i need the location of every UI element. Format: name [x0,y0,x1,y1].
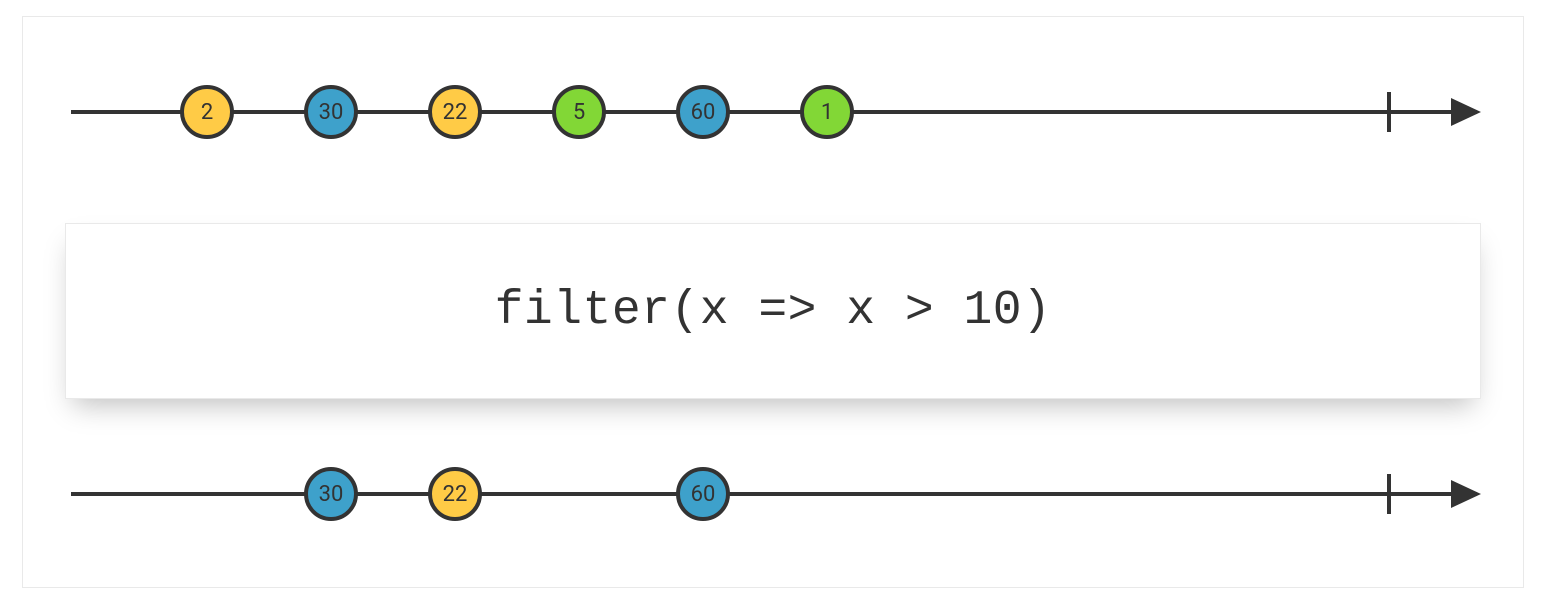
marble: 2 [180,85,234,139]
arrowhead-icon [1451,480,1481,508]
complete-tick [1387,92,1391,132]
complete-tick [1387,474,1391,514]
marble: 22 [428,85,482,139]
operator-box: filter(x => x > 10) [65,223,1481,399]
diagram-panel: 2 30 22 5 60 1 filter(x => x > 10) 30 22 60 [22,16,1524,588]
marble: 5 [552,85,606,139]
marble: 22 [428,467,482,521]
operator-label: filter(x => x > 10) [495,284,1052,338]
marble: 60 [676,467,730,521]
timeline-line [71,110,1477,114]
arrowhead-icon [1451,98,1481,126]
source-timeline: 2 30 22 5 60 1 [23,17,1523,207]
timeline-line [71,492,1477,496]
marble: 30 [304,85,358,139]
result-timeline: 30 22 60 [23,399,1523,589]
marble-diagram: 2 30 22 5 60 1 filter(x => x > 10) 30 22 60 [0,0,1546,604]
marble: 1 [800,85,854,139]
marble: 30 [304,467,358,521]
marble: 60 [676,85,730,139]
